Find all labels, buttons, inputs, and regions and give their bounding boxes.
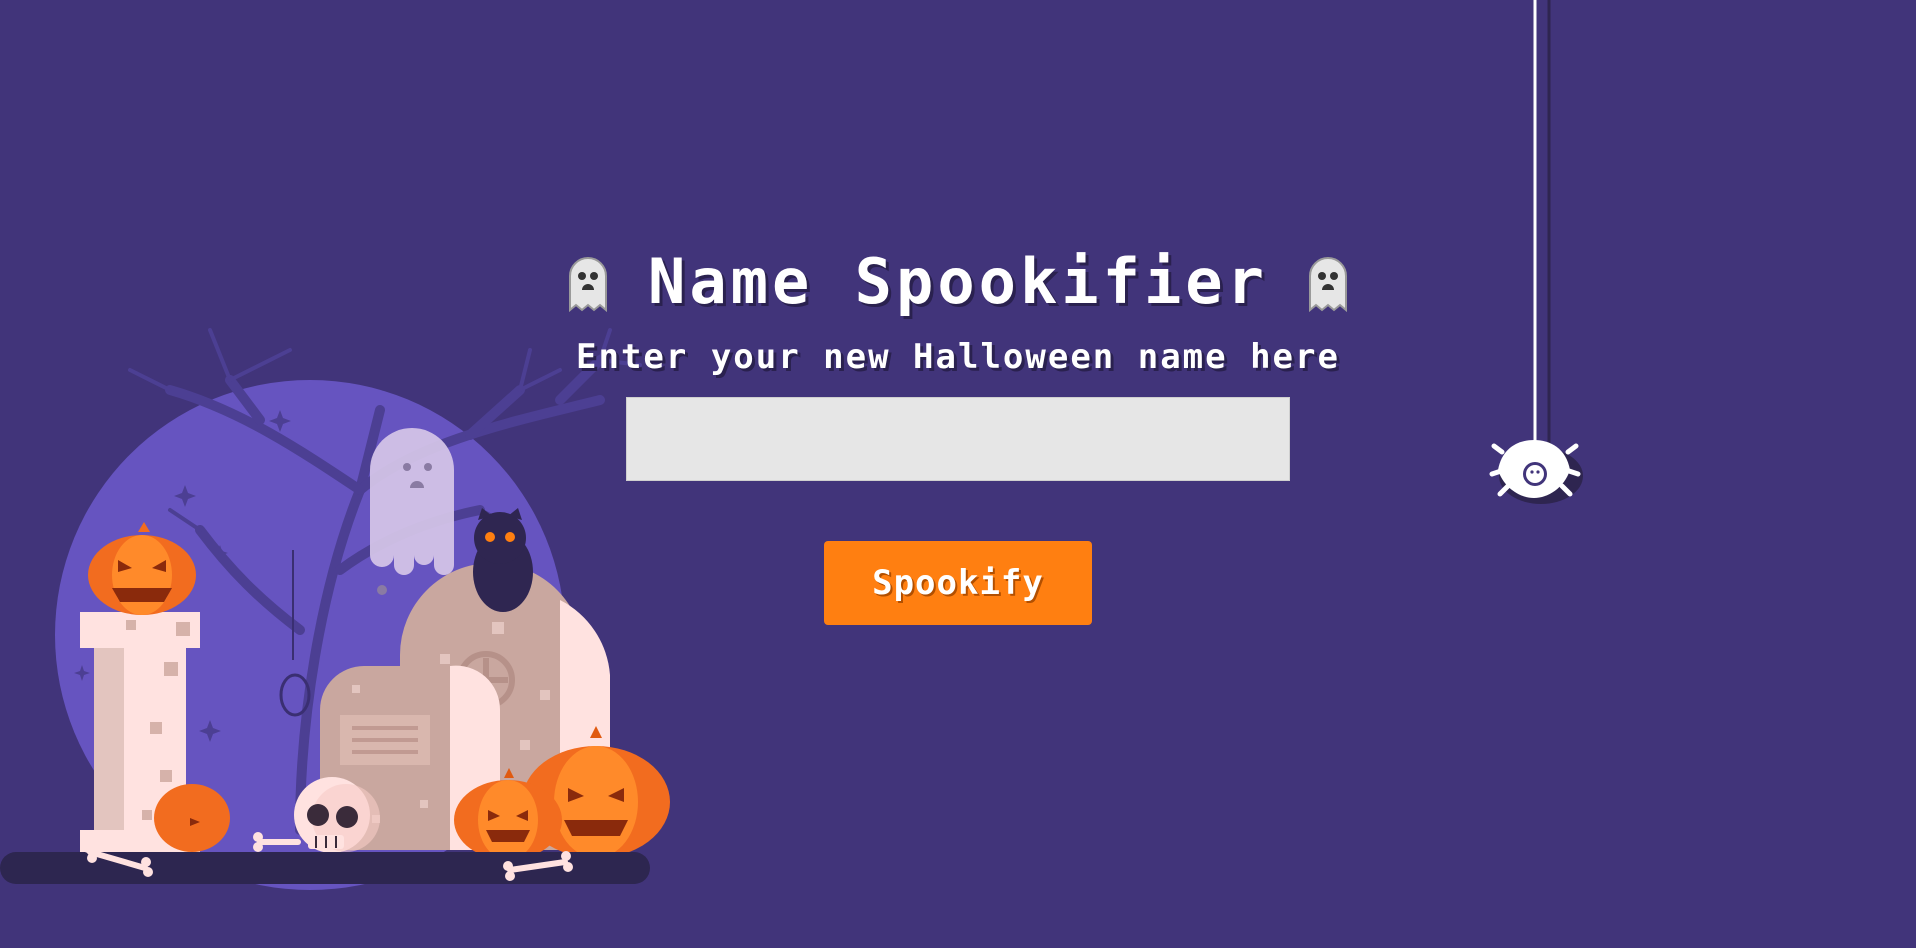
ghost-icon: [569, 257, 608, 312]
spider-body: [1489, 440, 1581, 498]
page-title: Name Spookifier: [648, 245, 1268, 318]
pumpkin-small-left: [154, 784, 230, 852]
name-input[interactable]: [626, 397, 1290, 481]
title-row: Name Spookifier: [0, 246, 1916, 318]
page: Name Spookifier Enter your new Halloween…: [0, 0, 1916, 948]
page-subtitle: Enter your new Halloween name here: [576, 337, 1340, 377]
ghost-icon: [1308, 257, 1347, 312]
spookify-button[interactable]: Spookify: [824, 541, 1092, 625]
